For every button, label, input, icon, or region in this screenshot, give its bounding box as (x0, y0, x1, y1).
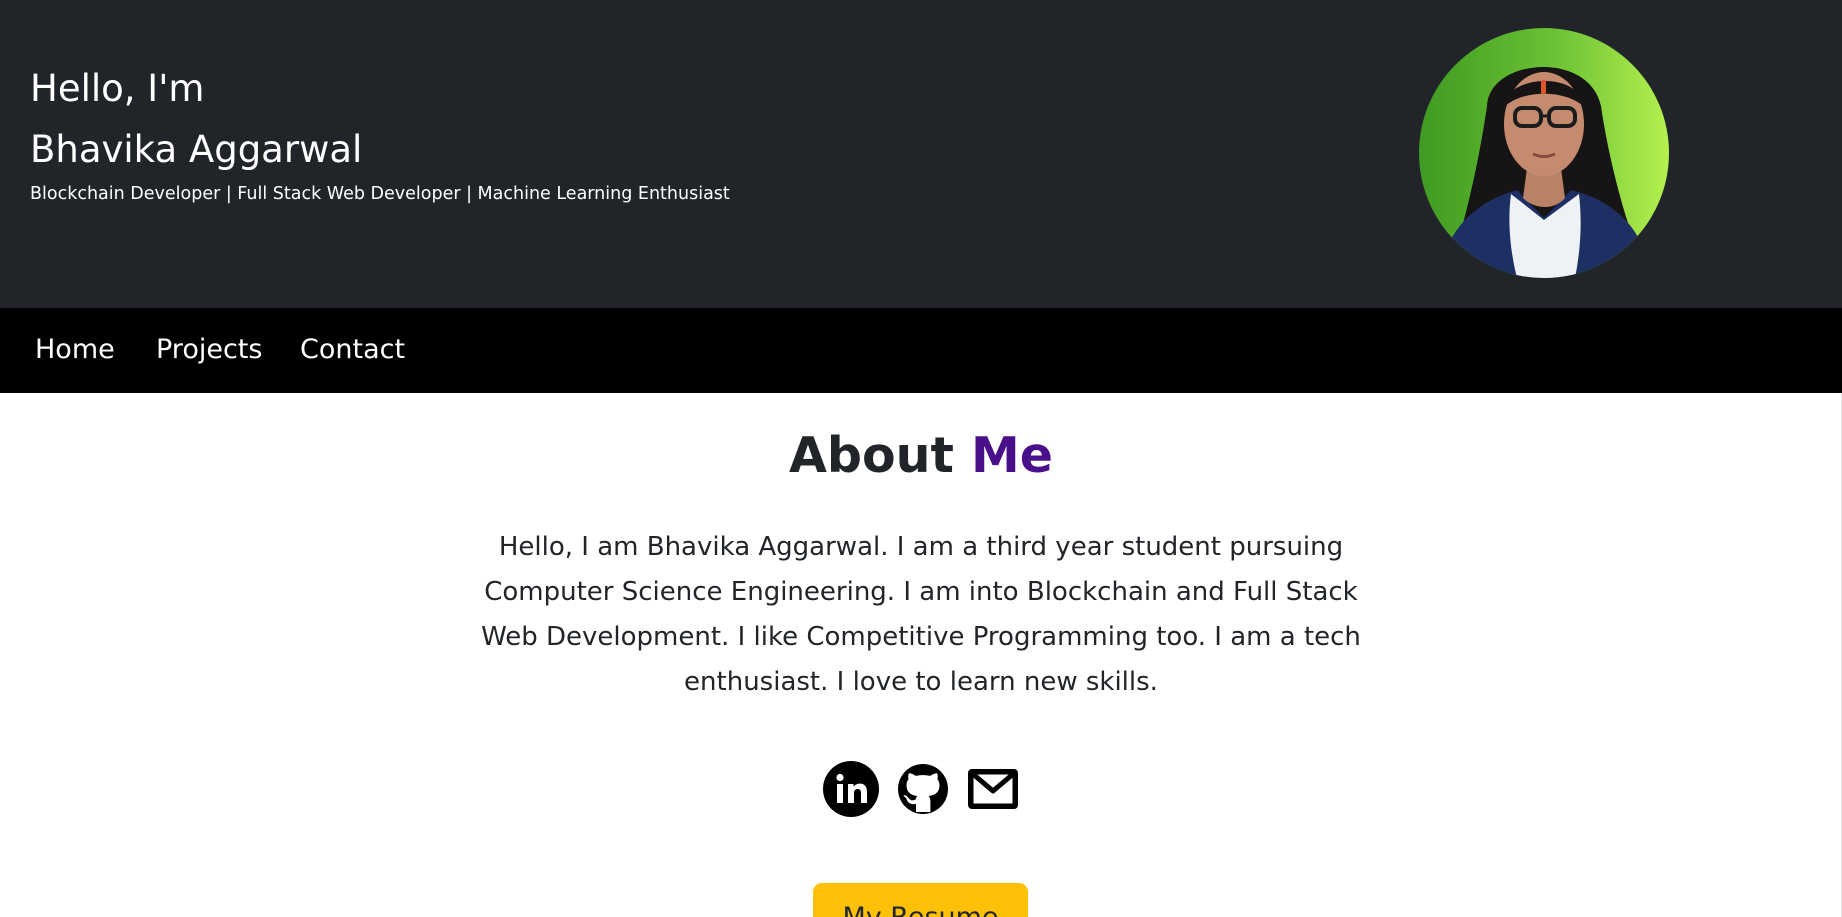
hero-name: Bhavika Aggarwal (30, 128, 363, 171)
my-resume-button[interactable]: My Resume (813, 883, 1028, 917)
about-title-accent: Me (971, 427, 1054, 484)
hero-greeting: Hello, I'm (30, 67, 205, 110)
hero-tagline: Blockchain Developer | Full Stack Web De… (30, 184, 730, 204)
about-title-prefix: About (788, 427, 954, 484)
nav-contact-link[interactable]: Contact (300, 331, 405, 369)
nav-projects-link[interactable]: Projects (156, 331, 262, 369)
main-navbar: Home Projects Contact (0, 308, 1842, 393)
mail-icon[interactable] (964, 760, 1022, 818)
hero-header: Hello, I'm Bhavika Aggarwal Blockchain D… (0, 0, 1842, 308)
nav-home-link[interactable]: Home (35, 331, 115, 369)
about-description: Hello, I am Bhavika Aggarwal. I am a thi… (481, 532, 1361, 697)
profile-avatar (1419, 28, 1669, 278)
portfolio-page: Hello, I'm Bhavika Aggarwal Blockchain D… (0, 0, 1842, 917)
linkedin-icon[interactable] (822, 760, 880, 818)
about-title: About Me (0, 425, 1842, 487)
github-icon[interactable] (894, 760, 952, 818)
